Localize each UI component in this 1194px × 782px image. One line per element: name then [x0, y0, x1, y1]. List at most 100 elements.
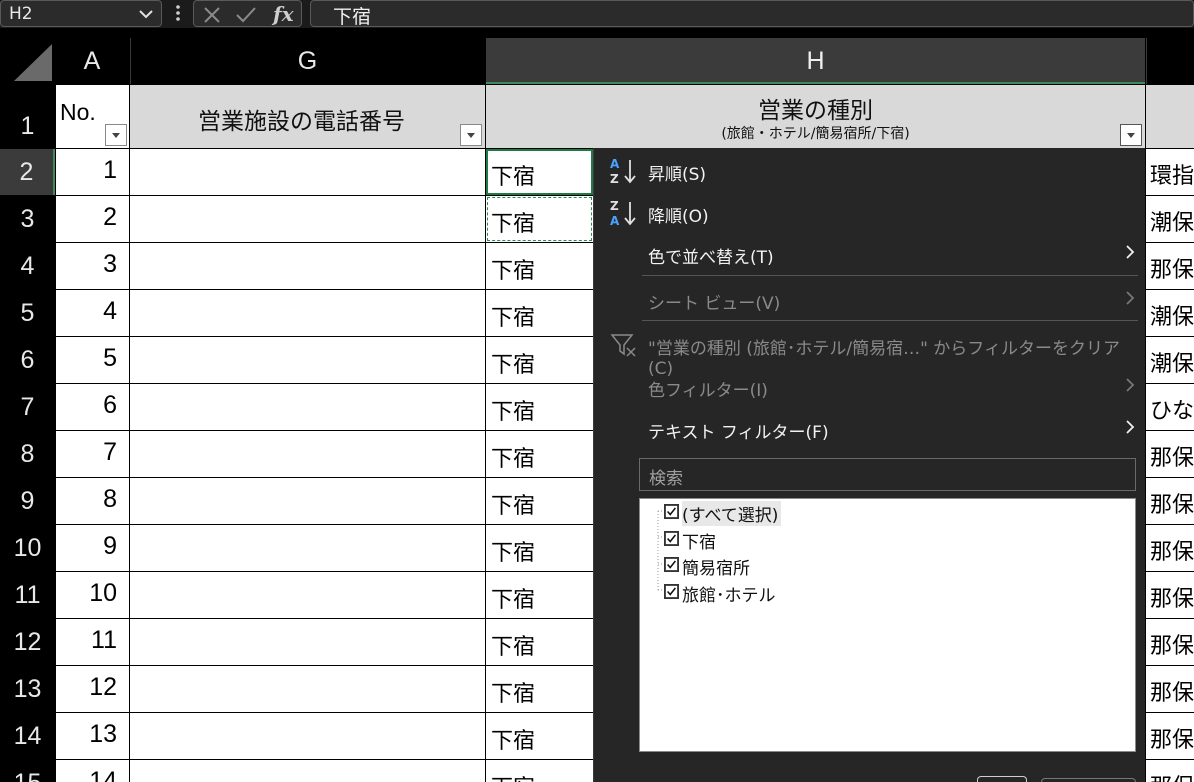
row-header-9[interactable]: 9	[0, 478, 55, 524]
cell-phone[interactable]	[130, 525, 485, 571]
cell-phone[interactable]	[130, 713, 485, 759]
cell-no[interactable]: 3	[56, 243, 129, 289]
cancel-x-icon[interactable]	[202, 5, 222, 25]
cell-business-type[interactable]: 下宿	[486, 243, 593, 289]
filter-search-input[interactable]: 検索	[639, 458, 1136, 491]
cell-phone[interactable]	[130, 290, 485, 336]
filter-dropdown-button[interactable]	[105, 124, 127, 146]
cell-no[interactable]: 4	[56, 290, 129, 336]
cell-phone[interactable]	[130, 619, 485, 665]
cell-business-type[interactable]: 下宿	[486, 149, 593, 195]
select-all-corner[interactable]	[0, 38, 55, 84]
row-header-3[interactable]: 3	[0, 196, 55, 242]
checkbox-checked-icon[interactable]	[664, 557, 679, 572]
column-header-i[interactable]	[1146, 38, 1194, 84]
cell-next-column[interactable]: 那保	[1146, 619, 1194, 665]
cell-no[interactable]: 12	[56, 666, 129, 712]
ok-button[interactable]	[977, 776, 1027, 782]
more-options-icon[interactable]	[172, 2, 184, 24]
formula-input[interactable]: 下宿	[310, 0, 1194, 28]
row-header-15[interactable]: 15	[0, 760, 55, 782]
cell-next-column[interactable]: 環指	[1146, 149, 1194, 195]
row-header-14[interactable]: 14	[0, 713, 55, 759]
cell-no[interactable]: 2	[56, 196, 129, 242]
cell-next-column[interactable]: 那保	[1146, 243, 1194, 289]
cell-phone[interactable]	[130, 149, 485, 195]
menu-sort-by-color[interactable]: 色で並べ替え(T)	[648, 243, 774, 268]
row-header-8[interactable]: 8	[0, 431, 55, 477]
checkbox-checked-icon[interactable]	[664, 530, 679, 546]
cell-next-column[interactable]: 那保	[1146, 431, 1194, 477]
cell-next-column[interactable]: 那保	[1146, 666, 1194, 712]
cell-next-column[interactable]: ひな	[1146, 384, 1194, 430]
cell-next-column[interactable]: 那保	[1146, 525, 1194, 571]
row-header-1[interactable]: 1	[0, 85, 55, 148]
cell-phone[interactable]	[130, 572, 485, 618]
row-header-2[interactable]: 2	[0, 149, 55, 195]
row-header-6[interactable]: 6	[0, 337, 55, 383]
cell-no[interactable]: 10	[56, 572, 129, 618]
cell-no[interactable]: 14	[56, 760, 129, 782]
cell-next-column[interactable]: 那保	[1146, 760, 1194, 782]
filter-dropdown-button[interactable]	[460, 124, 482, 146]
fx-icon[interactable]: fx	[270, 2, 298, 26]
row-header-11[interactable]: 11	[0, 572, 55, 618]
column-header-a[interactable]: A	[56, 38, 128, 84]
cell-next-column[interactable]: 那保	[1146, 478, 1194, 524]
checkbox-checked-icon[interactable]	[664, 583, 679, 599]
cell-business-type[interactable]: 下宿	[486, 760, 593, 782]
cell-business-type[interactable]: 下宿	[486, 525, 593, 571]
header-cell-phone[interactable]: 営業施設の電話番号	[130, 85, 485, 148]
cell-phone[interactable]	[130, 666, 485, 712]
cell-business-type[interactable]: 下宿	[486, 337, 593, 383]
cell-no[interactable]: 9	[56, 525, 129, 571]
header-cell-business-type[interactable]: 営業の種別 (旅館・ホテル/簡易宿所/下宿)	[486, 85, 1145, 148]
cell-next-column[interactable]: 潮保	[1146, 290, 1194, 336]
cell-business-type[interactable]: 下宿	[486, 290, 593, 336]
row-header-4[interactable]: 4	[0, 243, 55, 289]
cell-business-type[interactable]: 下宿	[486, 384, 593, 430]
cell-business-type[interactable]: 下宿	[486, 619, 593, 665]
cell-next-column[interactable]: 那保	[1146, 713, 1194, 759]
header-cell-no[interactable]: No.	[56, 85, 129, 148]
chevron-down-icon[interactable]	[138, 4, 154, 24]
cell-phone[interactable]	[130, 243, 485, 289]
cell-no[interactable]: 6	[56, 384, 129, 430]
row-header-12[interactable]: 12	[0, 619, 55, 665]
row-header-5[interactable]: 5	[0, 290, 55, 336]
menu-sort-descending[interactable]: 降順(O)	[648, 202, 709, 227]
enter-check-icon[interactable]	[234, 5, 258, 25]
cell-no[interactable]: 8	[56, 478, 129, 524]
cell-phone[interactable]	[130, 337, 485, 383]
cell-business-type[interactable]: 下宿	[486, 713, 593, 759]
row-header-7[interactable]: 7	[0, 384, 55, 430]
cell-business-type[interactable]: 下宿	[486, 478, 593, 524]
cell-business-type[interactable]: 下宿	[486, 431, 593, 477]
cell-phone[interactable]	[130, 478, 485, 524]
row-header-13[interactable]: 13	[0, 666, 55, 712]
column-header-g[interactable]: G	[130, 38, 484, 84]
cell-phone[interactable]	[130, 196, 485, 242]
menu-sort-ascending[interactable]: 昇順(S)	[648, 160, 706, 185]
menu-text-filter[interactable]: テキスト フィルター(F)	[648, 418, 829, 443]
cell-business-type[interactable]: 下宿	[486, 196, 593, 242]
cell-phone[interactable]	[130, 384, 485, 430]
cell-no[interactable]: 11	[56, 619, 129, 665]
filter-dropdown-button-active[interactable]	[1120, 124, 1142, 146]
checkbox-checked-icon[interactable]	[664, 504, 679, 519]
cell-no[interactable]: 1	[56, 149, 129, 195]
row-header-10[interactable]: 10	[0, 525, 55, 571]
cell-no[interactable]: 5	[56, 337, 129, 383]
name-box[interactable]: H2	[0, 0, 162, 27]
cell-business-type[interactable]: 下宿	[486, 666, 593, 712]
cell-no[interactable]: 13	[56, 713, 129, 759]
cell-next-column[interactable]: 潮保	[1146, 196, 1194, 242]
cell-no[interactable]: 7	[56, 431, 129, 477]
cell-next-column[interactable]: 那保	[1146, 572, 1194, 618]
cell-phone[interactable]	[130, 431, 485, 477]
cell-business-type[interactable]: 下宿	[486, 572, 593, 618]
cell-next-column[interactable]: 潮保	[1146, 337, 1194, 383]
cancel-button[interactable]	[1041, 778, 1136, 782]
cell-phone[interactable]	[130, 760, 485, 782]
header-cell-next[interactable]	[1146, 85, 1194, 148]
